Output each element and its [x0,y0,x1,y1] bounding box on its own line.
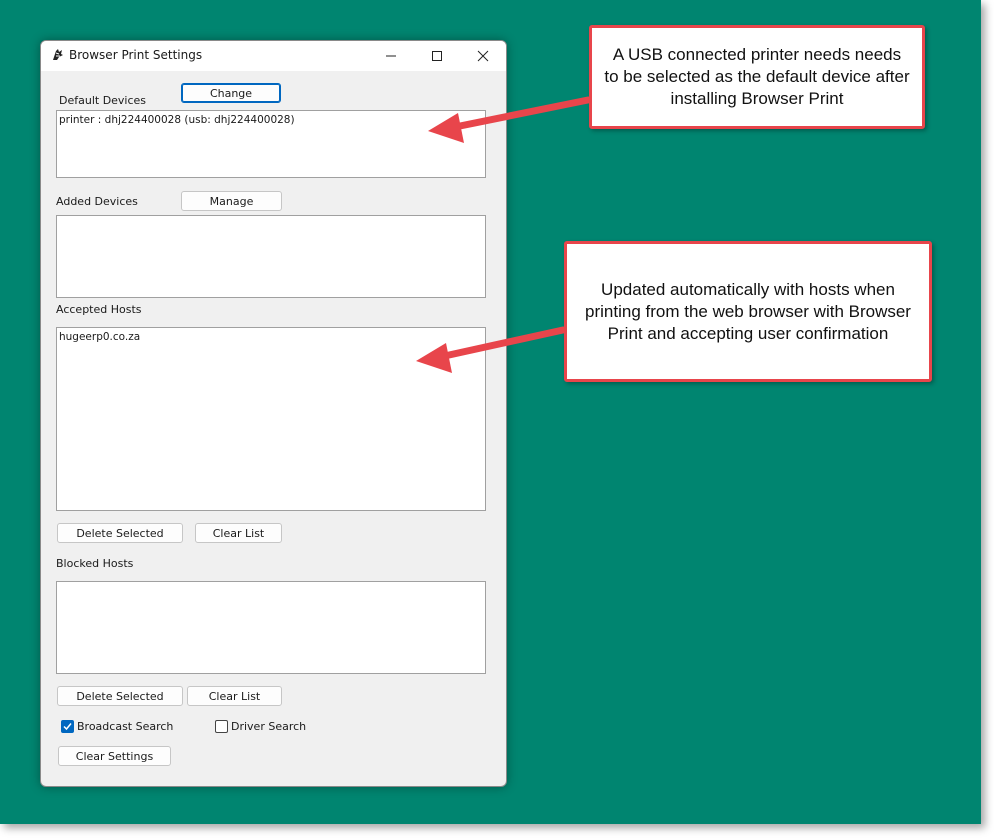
blocked-clear-list-button[interactable]: Clear List [187,686,282,706]
hosts-updated-callout: Updated automatically with hosts when pr… [564,241,932,382]
accepted-clear-list-button[interactable]: Clear List [195,523,282,543]
driver-search-label[interactable]: Driver Search [231,720,306,733]
accepted-hosts-label: Accepted Hosts [56,303,142,316]
change-button[interactable]: Change [181,83,281,103]
maximize-button[interactable] [414,41,460,71]
usb-printer-callout: A USB connected printer needs needs to b… [589,25,925,129]
settings-window: Browser Print Settings Default Devices C… [40,40,507,787]
accepted-delete-selected-button[interactable]: Delete Selected [57,523,183,543]
minimize-icon [386,55,396,57]
title-bar[interactable]: Browser Print Settings [41,41,506,71]
maximize-icon [432,51,442,61]
manage-button[interactable]: Manage [181,191,282,211]
clear-settings-button[interactable]: Clear Settings [58,746,171,766]
broadcast-search-checkbox[interactable] [61,720,74,733]
blocked-delete-selected-button[interactable]: Delete Selected [57,686,183,706]
added-devices-list[interactable] [56,215,486,298]
default-devices-list[interactable]: printer : dhj224400028 (usb: dhj22440002… [56,110,486,178]
window-title: Browser Print Settings [69,48,203,62]
minimize-button[interactable] [368,41,414,71]
default-devices-label: Default Devices [59,94,147,107]
blocked-hosts-list[interactable] [56,581,486,674]
zebra-head-icon [53,49,63,60]
broadcast-search-label[interactable]: Broadcast Search [77,720,173,733]
driver-search-checkbox[interactable] [215,720,228,733]
list-item[interactable]: hugeerp0.co.za [59,330,483,344]
added-devices-label: Added Devices [56,195,138,208]
blocked-hosts-label: Blocked Hosts [56,557,134,570]
list-item[interactable]: printer : dhj224400028 (usb: dhj22440002… [59,113,483,127]
close-icon [477,50,489,62]
close-button[interactable] [460,41,506,71]
accepted-hosts-list[interactable]: hugeerp0.co.za [56,327,486,511]
checkmark-icon [63,723,72,731]
